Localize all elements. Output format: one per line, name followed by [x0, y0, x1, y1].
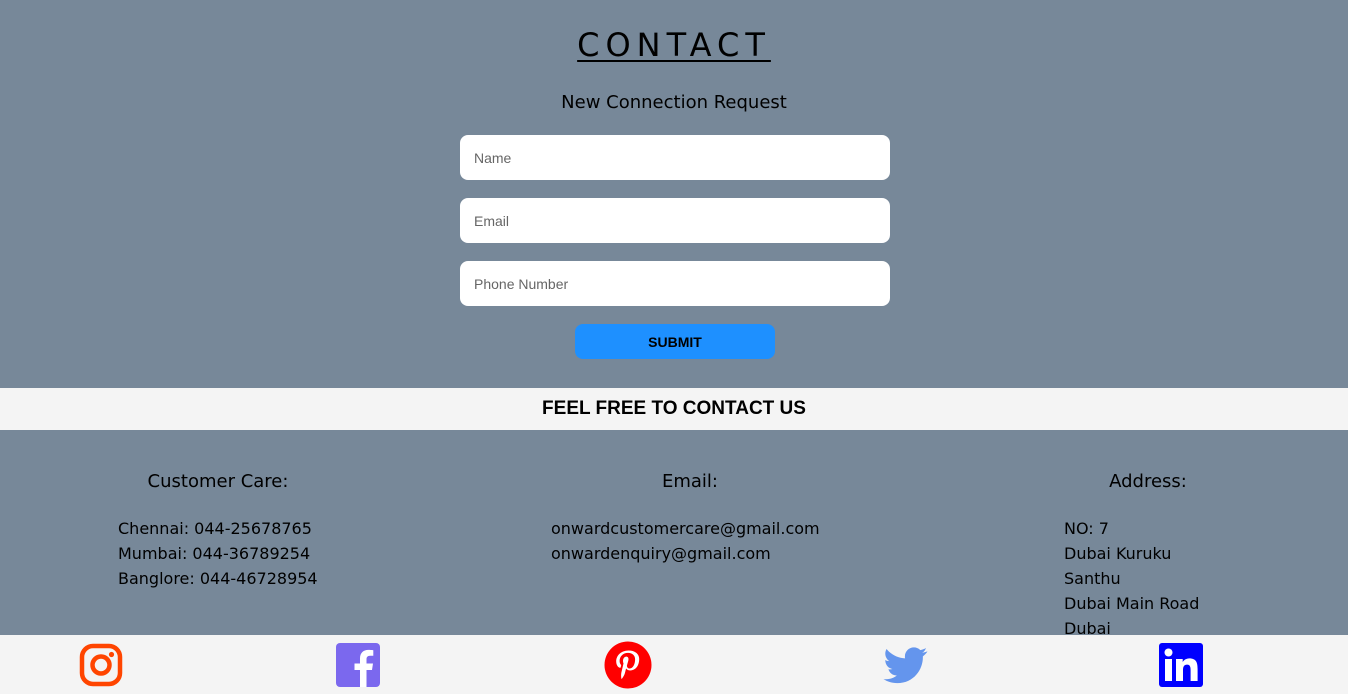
customer-care-heading: Customer Care: — [147, 471, 289, 492]
phone-number-input[interactable] — [460, 261, 890, 306]
contact-banner: FEEL FREE TO CONTACT US — [0, 388, 1348, 430]
email-list: onwardcustomercare@gmail.com onwardenqui… — [551, 516, 829, 566]
email-address-enquiry: onwardenquiry@gmail.com — [551, 544, 771, 563]
email-address-customercare: onwardcustomercare@gmail.com — [551, 519, 820, 538]
address-lines: NO: 7 Dubai Kuruku Santhu Dubai Main Roa… — [1064, 516, 1232, 641]
social-bar — [0, 635, 1348, 694]
instagram-icon[interactable] — [79, 643, 123, 687]
contact-section: CONTACT New Connection Request SUBMIT — [0, 0, 1348, 388]
phone-line-chennai: Chennai: 044-25678765 — [118, 519, 312, 538]
twitter-icon[interactable] — [882, 643, 930, 687]
customer-care-column: Customer Care: Chennai: 044-25678765 Mum… — [118, 470, 318, 591]
email-input[interactable] — [460, 198, 890, 243]
contact-info-section: Customer Care: Chennai: 044-25678765 Mum… — [0, 430, 1348, 638]
page-title: CONTACT — [577, 26, 771, 64]
address-heading: Address: — [1109, 471, 1187, 492]
linkedin-icon[interactable] — [1159, 643, 1203, 687]
email-heading: Email: — [661, 471, 718, 492]
address-column: Address: NO: 7 Dubai Kuruku Santhu Dubai… — [1064, 470, 1232, 641]
address-line-2: Dubai Kuruku Santhu — [1064, 544, 1172, 588]
pinterest-icon[interactable] — [604, 641, 652, 689]
name-input[interactable] — [460, 135, 890, 180]
submit-button[interactable]: SUBMIT — [575, 324, 775, 359]
form-subtitle: New Connection Request — [561, 92, 787, 113]
address-line-3: Dubai Main Road — [1064, 594, 1200, 613]
email-column: Email: onwardcustomercare@gmail.com onwa… — [551, 470, 829, 566]
phone-line-banglore: Banglore: 044-46728954 — [118, 569, 318, 588]
facebook-icon[interactable] — [336, 643, 380, 687]
phone-line-mumbai: Mumbai: 044-36789254 — [118, 544, 311, 563]
customer-care-list: Chennai: 044-25678765 Mumbai: 044-367892… — [118, 516, 318, 591]
address-line-1: NO: 7 — [1064, 519, 1109, 538]
